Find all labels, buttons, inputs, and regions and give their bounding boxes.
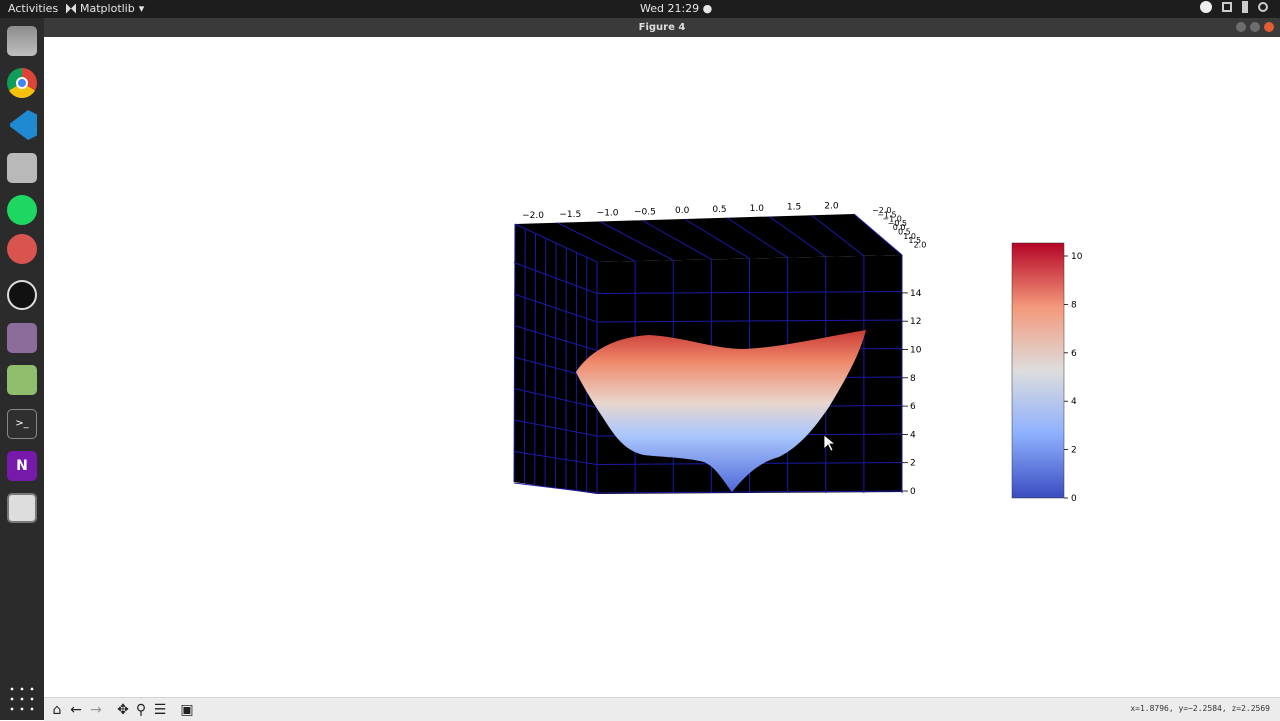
y-tick-label: 2.0 <box>914 240 927 249</box>
image-viewer-icon[interactable] <box>7 365 37 395</box>
home-icon[interactable]: ⌂ <box>48 701 66 719</box>
power-icon[interactable] <box>1258 2 1268 12</box>
grid-line <box>545 238 546 486</box>
system-tray[interactable] <box>1200 1 1268 13</box>
show-apps-icon[interactable] <box>7 684 37 714</box>
colorbar-tick-label: 4 <box>1071 397 1077 407</box>
x-tick-label: 0.0 <box>675 206 690 216</box>
x-tick-label: 0.5 <box>712 205 726 215</box>
matplotlib-app-icon <box>66 4 76 14</box>
z-tick-label: 4 <box>910 430 916 440</box>
webcam-icon[interactable] <box>7 323 37 353</box>
window-titlebar: Figure 4 <box>44 18 1280 37</box>
z-tick-label: 8 <box>910 374 916 384</box>
spotify-icon[interactable] <box>7 195 37 225</box>
colorbar-tick-label: 2 <box>1071 446 1077 456</box>
colorbar <box>1012 243 1064 498</box>
close-button[interactable] <box>1264 22 1274 32</box>
clock[interactable]: Wed 21:29 ● <box>640 2 712 15</box>
colorbar-tick-label: 8 <box>1071 300 1077 310</box>
obs-tray-icon[interactable] <box>1200 1 1212 13</box>
matplotlib-icon[interactable] <box>7 493 37 523</box>
colorbar-ticks: 0 2 4 6 8 10 <box>1064 252 1083 504</box>
back-arrow-icon[interactable]: ← <box>67 701 85 719</box>
zoom-icon[interactable]: ⚲ <box>132 701 150 719</box>
save-icon[interactable]: ▣ <box>178 701 196 719</box>
z-axis-ticks: 0 2 4 6 8 10 12 14 <box>902 289 922 497</box>
app-name: Matplotlib <box>80 2 135 15</box>
top-panel: Activities Matplotlib ▾ Wed 21:29 ● <box>0 0 1280 18</box>
surface-plot[interactable]: −2.0−1.5−1.0−0.50.00.51.01.52.0 −2.0−1.5… <box>44 37 1280 697</box>
x-tick-label: −1.0 <box>597 209 619 219</box>
x-tick-label: 1.0 <box>750 204 765 214</box>
files-icon[interactable] <box>7 26 37 56</box>
chevron-down-icon: ▾ <box>139 2 145 15</box>
z-tick-label: 12 <box>910 317 921 327</box>
forward-arrow-icon[interactable]: → <box>87 701 105 719</box>
x-tick-label: −1.5 <box>559 210 581 220</box>
x-tick-label: −2.0 <box>522 211 544 221</box>
navigation-toolbar: ⌂ ← → ✥ ⚲ ☰ ▣ x=1.8796, y=−2.2584, z=2.2… <box>44 697 1280 721</box>
dock: >_ N <box>0 18 44 720</box>
app-menu[interactable]: Matplotlib ▾ <box>66 2 144 15</box>
pan-icon[interactable]: ✥ <box>114 701 132 719</box>
chrome-icon[interactable] <box>7 68 37 98</box>
coordinates-readout: x=1.8796, y=−2.2584, z=2.2569 <box>1130 704 1270 713</box>
x-tick-label: −0.5 <box>634 207 656 217</box>
z-tick-label: 6 <box>910 402 916 412</box>
z-tick-label: 2 <box>910 459 916 469</box>
colorbar-tick-label: 0 <box>1071 494 1077 504</box>
z-tick-label: 0 <box>910 487 916 497</box>
onenote-icon[interactable]: N <box>7 451 37 481</box>
vscode-icon[interactable] <box>7 110 37 140</box>
screenshot-icon[interactable] <box>7 153 37 183</box>
terminal-icon[interactable]: >_ <box>7 409 37 439</box>
activities-button[interactable]: Activities <box>8 2 58 15</box>
configure-subplots-icon[interactable]: ☰ <box>151 701 169 719</box>
figure-canvas[interactable]: −2.0−1.5−1.0−0.50.00.51.01.52.0 −2.0−1.5… <box>44 37 1280 697</box>
network-icon[interactable] <box>1222 2 1232 12</box>
volume-icon[interactable] <box>1242 1 1248 13</box>
colorbar-tick-label: 6 <box>1071 349 1077 359</box>
obs-icon[interactable] <box>7 280 37 310</box>
x-tick-label: 2.0 <box>824 201 839 211</box>
z-tick-label: 14 <box>910 289 922 299</box>
x-tick-label: 1.5 <box>787 203 801 213</box>
todo-icon[interactable] <box>7 234 37 264</box>
minimize-button[interactable] <box>1236 22 1246 32</box>
maximize-button[interactable] <box>1250 22 1260 32</box>
colorbar-tick-label: 10 <box>1071 252 1083 262</box>
window-title: Figure 4 <box>639 22 686 33</box>
grid-line <box>556 243 557 488</box>
z-tick-label: 10 <box>910 346 922 356</box>
